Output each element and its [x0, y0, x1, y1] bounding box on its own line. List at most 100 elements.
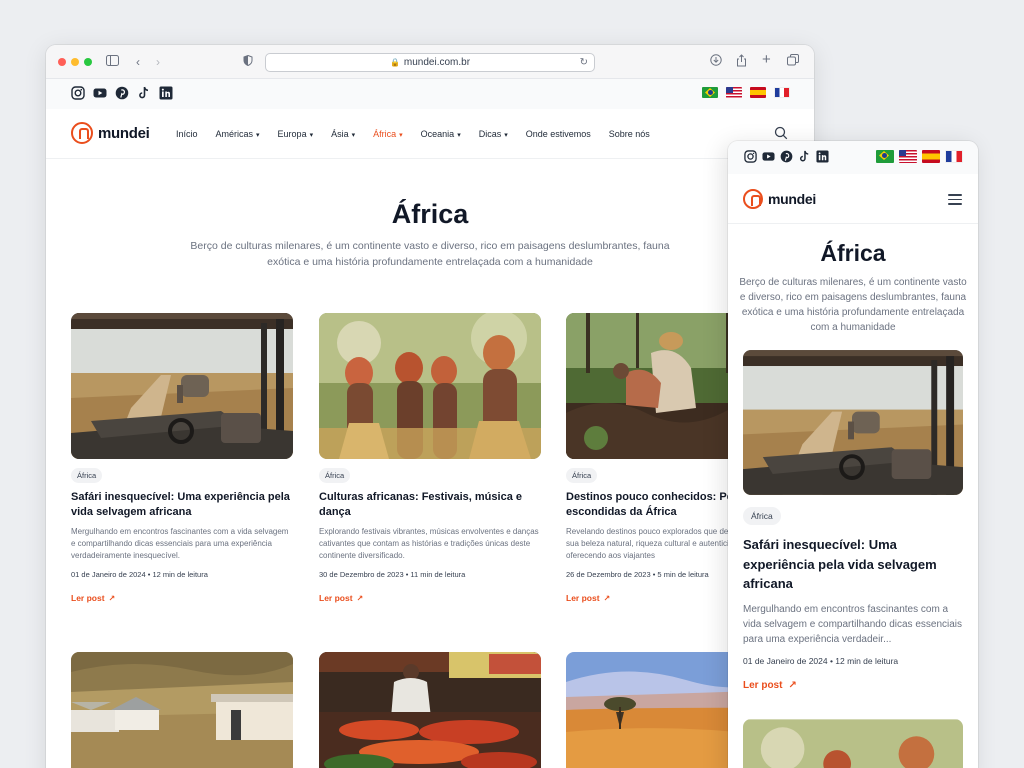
post-image-culturas[interactable]: [743, 719, 963, 768]
sidebar-toggle-icon[interactable]: [106, 54, 119, 70]
france-flag-icon[interactable]: [945, 150, 963, 163]
address-bar[interactable]: 🔒 mundei.com.br ↻: [265, 53, 595, 72]
usa-flag-icon[interactable]: [899, 150, 917, 163]
post-card[interactable]: [319, 652, 541, 768]
mundei-logo-icon: [71, 122, 93, 144]
brazil-flag-icon[interactable]: [702, 87, 718, 98]
post-image-culturas[interactable]: [319, 313, 541, 459]
tiktok-icon[interactable]: [798, 150, 811, 163]
social-links: [744, 150, 829, 163]
post-title[interactable]: Culturas africanas: Festivais, música e …: [319, 490, 541, 520]
nav-item-sobre-nos[interactable]: Sobre nós: [609, 129, 650, 139]
nav-item-dicas[interactable]: Dicas ▾: [479, 129, 508, 139]
category-tag[interactable]: África: [566, 468, 598, 483]
nav-item-onde-estivemos[interactable]: Onde estivemos: [526, 129, 591, 139]
read-post-link[interactable]: Ler post ↗: [743, 680, 963, 691]
page-description: Berço de culturas milenares, é um contin…: [739, 277, 967, 333]
top-social-bar: [46, 79, 814, 109]
page-header: África Berço de culturas milenares, é um…: [46, 159, 814, 270]
nav-label: Ásia: [331, 129, 349, 139]
spain-flag-icon[interactable]: [922, 150, 940, 163]
page-title: África: [391, 199, 469, 229]
language-switcher: [876, 150, 963, 163]
nav-label: Início: [176, 129, 198, 139]
chevron-down-icon: ▾: [457, 132, 461, 139]
main-navigation: mundei Início Américas ▾ Europa ▾ Ásia ▾ Áf…: [46, 109, 814, 159]
site-logo[interactable]: mundei: [71, 122, 150, 144]
spain-flag-icon[interactable]: [750, 87, 766, 98]
post-image-safari[interactable]: [743, 350, 963, 495]
chevron-down-icon: ▾: [399, 132, 403, 139]
new-tab-icon[interactable]: +: [762, 52, 771, 68]
read-post-link[interactable]: Ler post ↗: [71, 593, 293, 603]
share-icon[interactable]: [736, 54, 747, 71]
nav-item-africa[interactable]: África ▾: [373, 129, 403, 139]
mundei-logo-icon: [743, 189, 763, 209]
nav-item-inicio[interactable]: Início: [176, 129, 198, 139]
nav-item-oceania[interactable]: Oceania ▾: [421, 129, 461, 139]
maximize-window-button[interactable]: [84, 58, 92, 66]
post-excerpt: Explorando festivais vibrantes, músicas …: [319, 527, 539, 560]
page-title: África: [820, 240, 886, 266]
chevron-down-icon: ▾: [351, 132, 356, 139]
search-icon[interactable]: [774, 126, 788, 140]
post-card[interactable]: [71, 652, 293, 768]
nav-label: Dicas: [478, 129, 502, 139]
linkedin-icon[interactable]: [159, 86, 173, 100]
read-post-link[interactable]: Ler post ↗: [319, 593, 541, 603]
pinterest-icon[interactable]: [780, 150, 793, 163]
logo-wordmark: mundei: [98, 124, 150, 142]
post-card[interactable]: África Safári inesquecível: Uma experiên…: [743, 350, 963, 691]
instagram-icon[interactable]: [71, 86, 85, 100]
back-icon[interactable]: ‹: [136, 54, 140, 70]
linkedin-icon[interactable]: [816, 150, 829, 163]
arrow-up-right-icon: ↗: [788, 679, 797, 691]
tabs-overview-icon[interactable]: [787, 54, 799, 70]
arrow-up-right-icon: ↗: [603, 594, 611, 603]
category-tag[interactable]: África: [71, 468, 103, 483]
reload-icon[interactable]: ↻: [580, 54, 588, 71]
post-image-village[interactable]: [71, 652, 293, 768]
privacy-shield-icon[interactable]: [243, 54, 253, 70]
hamburger-menu-icon[interactable]: [948, 194, 962, 205]
category-tag[interactable]: África: [743, 507, 781, 525]
mobile-navigation: mundei: [728, 174, 978, 224]
post-title[interactable]: Safári inesquecível: Uma experiência pel…: [71, 490, 293, 520]
brazil-flag-icon[interactable]: [876, 150, 894, 163]
read-post-label: Ler post: [566, 593, 600, 603]
nav-item-americas[interactable]: Américas ▾: [216, 129, 260, 139]
nav-item-europa[interactable]: Europa ▾: [278, 129, 314, 139]
download-icon[interactable]: [710, 54, 722, 70]
usa-flag-icon[interactable]: [726, 87, 742, 98]
nav-menu: Início Américas ▾ Europa ▾ Ásia ▾ África ▾ O…: [176, 109, 668, 159]
mobile-top-social-bar: [728, 141, 978, 174]
instagram-icon[interactable]: [744, 150, 757, 163]
post-excerpt: Mergulhando em encontros fascinantes com…: [743, 603, 963, 645]
post-card[interactable]: África Safári inesquecível: Uma experiên…: [71, 313, 293, 603]
post-title[interactable]: Safári inesquecível: Uma experiência pel…: [743, 535, 963, 594]
nav-label: Europa: [277, 129, 307, 139]
youtube-icon[interactable]: [762, 150, 775, 163]
forward-icon[interactable]: ›: [156, 54, 160, 70]
tiktok-icon[interactable]: [137, 86, 151, 100]
mobile-preview-window: mundei África Berço de culturas milenare…: [728, 141, 978, 768]
pinterest-icon[interactable]: [115, 86, 129, 100]
post-image-market[interactable]: [319, 652, 541, 768]
nav-label: África: [373, 129, 397, 139]
minimize-window-button[interactable]: [71, 58, 79, 66]
site-logo[interactable]: mundei: [743, 189, 816, 209]
close-window-button[interactable]: [58, 58, 66, 66]
arrow-up-right-icon: ↗: [356, 594, 364, 603]
nav-label: Américas: [215, 129, 254, 139]
nav-label: Sobre nós: [608, 129, 650, 139]
youtube-icon[interactable]: [93, 86, 107, 100]
read-post-label: Ler post: [319, 593, 353, 603]
post-image-safari[interactable]: [71, 313, 293, 459]
logo-wordmark: mundei: [768, 191, 816, 207]
category-tag[interactable]: África: [319, 468, 351, 483]
read-post-label: Ler post: [71, 593, 105, 603]
post-card[interactable]: África Culturas africanas: Festivais, mú…: [319, 313, 541, 603]
social-links: [71, 86, 173, 100]
france-flag-icon[interactable]: [774, 87, 790, 98]
nav-item-asia[interactable]: Ásia ▾: [331, 129, 355, 139]
